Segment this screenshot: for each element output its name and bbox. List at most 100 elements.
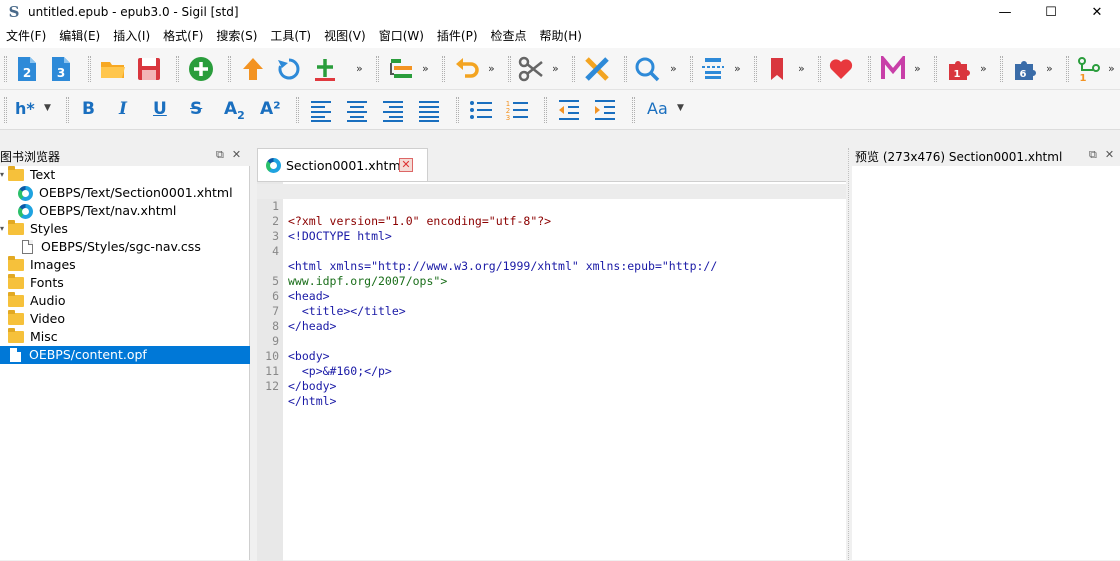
split-marker-icon[interactable] [312, 56, 338, 82]
checkpoint-icon[interactable]: 1 [1076, 56, 1102, 82]
tree-file-section0001[interactable]: OEBPS/Text/Section0001.xhtml [0, 184, 250, 202]
align-left-icon[interactable] [308, 97, 334, 123]
tree-file-sgc-nav-css[interactable]: OEBPS/Styles/sgc-nav.css [0, 238, 250, 256]
plugin-6-icon[interactable]: 6 [1012, 56, 1038, 82]
tab-section0001[interactable]: Section0001.xhtml ✕ [257, 148, 428, 181]
toolbar-grip[interactable] [176, 56, 179, 82]
tree-folder-fonts[interactable]: Fonts [0, 274, 250, 292]
table-of-contents-icon[interactable] [700, 56, 726, 82]
toolbar-grip[interactable] [508, 56, 511, 82]
toolbar-overflow-chevron[interactable]: » [422, 62, 429, 75]
increase-indent-icon[interactable] [592, 97, 618, 123]
toolbar-grip[interactable] [456, 97, 459, 123]
toolbar-grip[interactable] [1066, 56, 1069, 82]
text-case-dropdown[interactable]: Aa [647, 99, 668, 118]
chevron-down-icon[interactable]: ▼ [677, 103, 684, 113]
bullet-list-icon[interactable] [468, 97, 494, 123]
toolbar-grip[interactable] [66, 97, 69, 123]
toolbar-grip[interactable] [4, 97, 7, 123]
toolbar-grip[interactable] [572, 56, 575, 82]
menu-tools[interactable]: 工具(T) [264, 24, 318, 48]
tree-folder-text[interactable]: ▾ Text [0, 166, 250, 184]
search-icon[interactable] [634, 56, 660, 82]
open-folder-icon[interactable] [100, 56, 126, 82]
toolbar-overflow-chevron[interactable]: » [552, 62, 559, 75]
menu-help[interactable]: 帮助(H) [534, 24, 589, 48]
toolbar-grip[interactable] [544, 97, 547, 123]
cut-icon[interactable] [518, 56, 544, 82]
toolbar-overflow-chevron[interactable]: » [356, 62, 363, 75]
toolbar-grip[interactable] [818, 56, 821, 82]
toolbar-grip[interactable] [228, 56, 231, 82]
float-panel-icon[interactable]: ⧉ [216, 148, 224, 162]
save-icon[interactable] [136, 56, 162, 82]
new-epub3-icon[interactable]: 3 [48, 56, 74, 82]
toolbar-grip[interactable] [442, 56, 445, 82]
bold-button[interactable]: B [82, 99, 95, 119]
toolbar-overflow-chevron[interactable]: » [670, 62, 677, 75]
toolbar-grip[interactable] [868, 56, 871, 82]
toolbar-grip[interactable] [934, 56, 937, 82]
toolbar-grip[interactable] [754, 56, 757, 82]
heading-dropdown[interactable]: h* [15, 99, 35, 118]
menu-search[interactable]: 搜索(S) [210, 24, 264, 48]
align-right-icon[interactable] [380, 97, 406, 123]
close-tab-icon[interactable]: ✕ [399, 158, 413, 172]
heart-icon[interactable] [828, 56, 854, 82]
move-up-icon[interactable] [240, 56, 266, 82]
tree-folder-audio[interactable]: Audio [0, 292, 250, 310]
caret-down-icon[interactable]: ▾ [0, 166, 8, 184]
subscript-button[interactable]: A2 [224, 99, 245, 122]
toolbar-overflow-chevron[interactable]: » [980, 62, 987, 75]
tree-file-content-opf[interactable]: OEBPS/content.opf [0, 346, 250, 364]
toolbar-grip[interactable] [632, 97, 635, 123]
toolbar-overflow-chevron[interactable]: » [1046, 62, 1053, 75]
menu-edit[interactable]: 编辑(E) [53, 24, 107, 48]
menu-file[interactable]: 文件(F) [0, 24, 53, 48]
close-panel-icon[interactable]: ✕ [232, 148, 241, 162]
toolbar-overflow-chevron[interactable]: » [488, 62, 495, 75]
tree-folder-misc[interactable]: Misc [0, 328, 250, 346]
toolbar-grip[interactable] [376, 56, 379, 82]
superscript-button[interactable]: A² [260, 99, 281, 119]
align-justify-icon[interactable] [416, 97, 442, 123]
menu-format[interactable]: 格式(F) [157, 24, 210, 48]
merge-icon[interactable] [388, 56, 414, 82]
tree-folder-styles[interactable]: ▾ Styles [0, 220, 250, 238]
bookmark-icon[interactable] [764, 56, 790, 82]
numbered-list-icon[interactable]: 1 2 3 [504, 97, 530, 123]
menu-insert[interactable]: 插入(I) [107, 24, 157, 48]
close-panel-icon[interactable]: ✕ [1105, 148, 1114, 162]
undo-icon[interactable] [454, 56, 480, 82]
float-panel-icon[interactable]: ⧉ [1089, 148, 1097, 162]
toolbar-grip[interactable] [4, 56, 7, 82]
code-editor[interactable]: 1 <?xml version="1.0" encoding="utf-8"?>… [257, 181, 846, 561]
tree-file-nav[interactable]: OEBPS/Text/nav.xhtml [0, 202, 250, 220]
menu-plugins[interactable]: 插件(P) [431, 24, 485, 48]
chevron-down-icon[interactable]: ▼ [44, 103, 51, 113]
metadata-m-icon[interactable] [880, 56, 906, 82]
validate-x-icon[interactable] [584, 56, 610, 82]
maximize-button[interactable]: ☐ [1028, 0, 1074, 24]
toolbar-overflow-chevron[interactable]: » [914, 62, 921, 75]
toolbar-grip[interactable] [690, 56, 693, 82]
new-epub2-icon[interactable]: 2 [14, 56, 40, 82]
add-file-icon[interactable] [188, 56, 214, 82]
minimize-button[interactable]: — [982, 0, 1028, 24]
toolbar-grip[interactable] [1000, 56, 1003, 82]
tree-folder-images[interactable]: Images [0, 256, 250, 274]
decrease-indent-icon[interactable] [556, 97, 582, 123]
align-center-icon[interactable] [344, 97, 370, 123]
underline-button[interactable]: U [153, 99, 167, 119]
close-window-button[interactable]: ✕ [1074, 0, 1120, 24]
refresh-icon[interactable] [276, 56, 302, 82]
toolbar-grip[interactable] [624, 56, 627, 82]
strikethrough-button[interactable]: S [190, 99, 202, 119]
italic-button[interactable]: I [119, 99, 127, 119]
toolbar-overflow-chevron[interactable]: » [798, 62, 805, 75]
menu-checkpoints[interactable]: 检查点 [485, 24, 534, 48]
splitter-handle[interactable] [848, 148, 849, 560]
caret-down-icon[interactable]: ▾ [0, 220, 8, 238]
tree-folder-video[interactable]: Video [0, 310, 250, 328]
plugin-1-icon[interactable]: 1 [946, 56, 972, 82]
